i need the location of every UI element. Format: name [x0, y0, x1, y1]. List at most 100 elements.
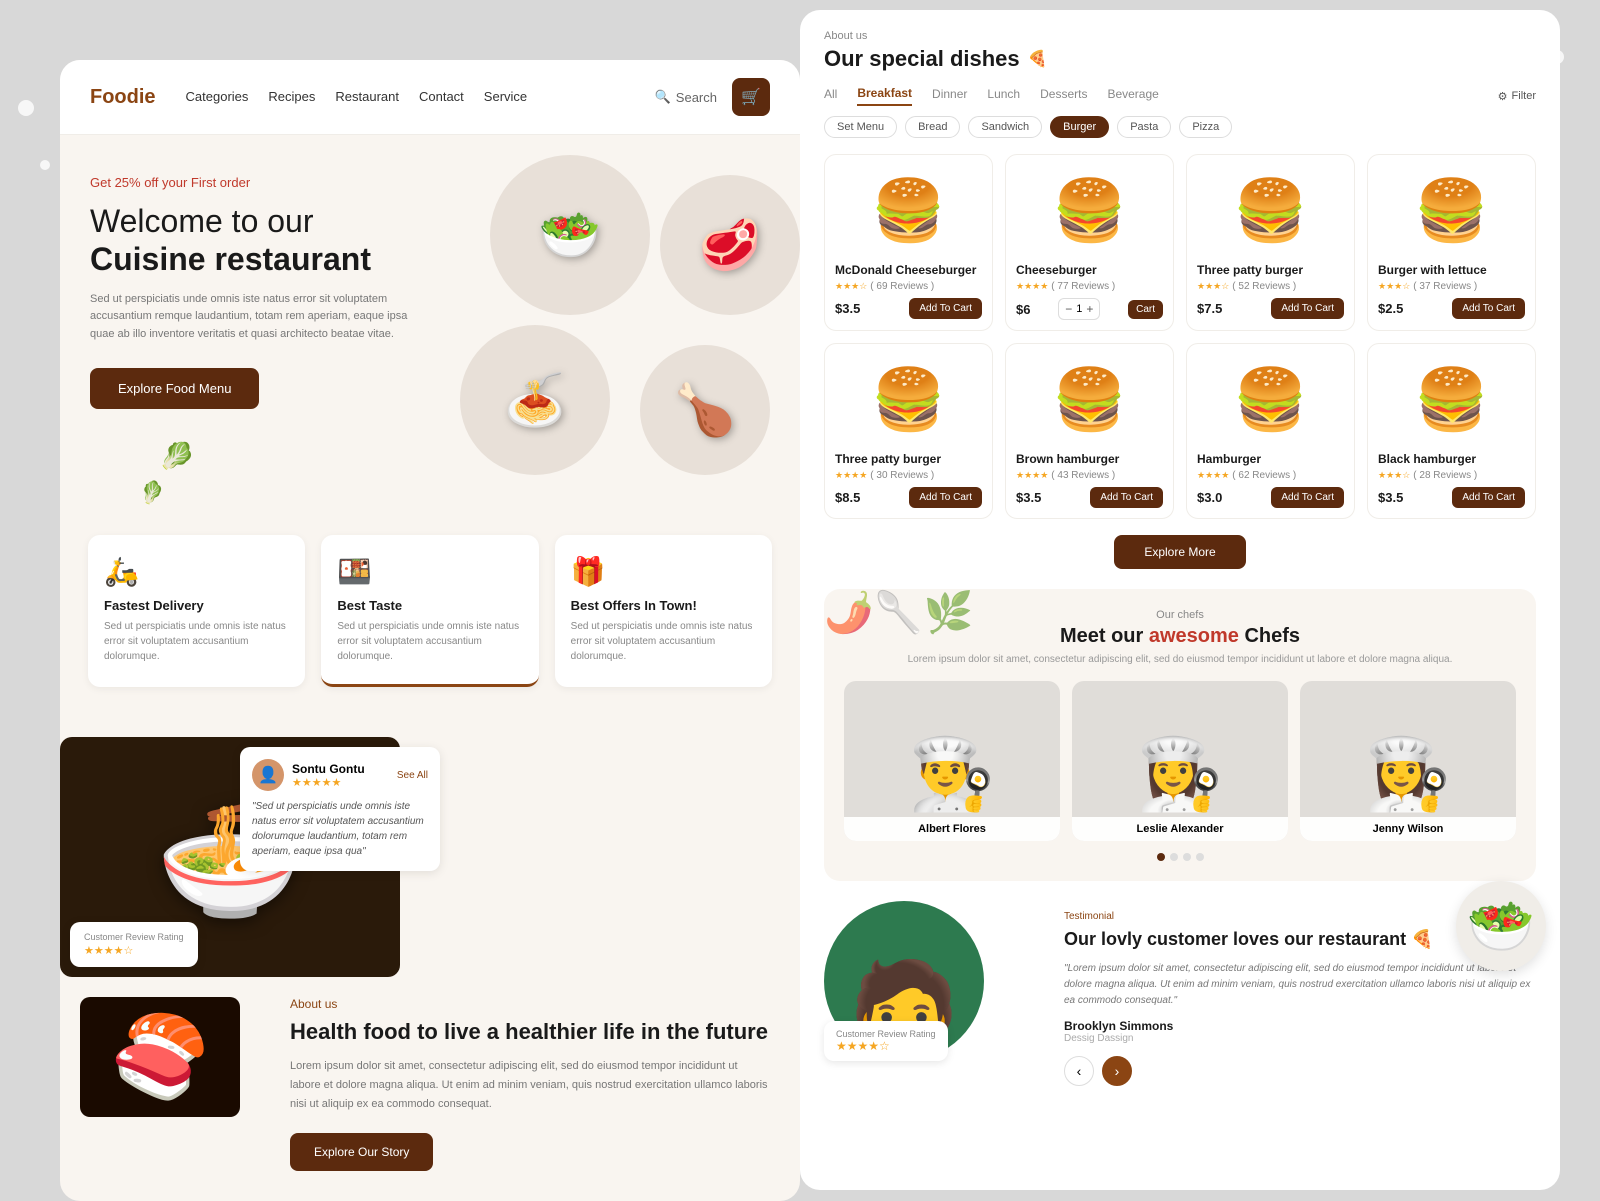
chef-name-0: Albert Flores: [844, 817, 1060, 841]
add-cart-7[interactable]: Add To Cart: [1452, 487, 1525, 508]
about-label: About us: [290, 997, 770, 1011]
food-footer-0: $3.5 Add To Cart: [835, 298, 982, 319]
food-price-7: $3.5: [1378, 490, 1403, 505]
add-cart-6[interactable]: Add To Cart: [1271, 487, 1344, 508]
add-cart-2[interactable]: Add To Cart: [1271, 298, 1344, 319]
tab-breakfast[interactable]: Breakfast: [857, 86, 912, 106]
plate-food-1: 🥗: [539, 206, 601, 265]
nav-service[interactable]: Service: [484, 89, 527, 104]
qty-minus-1[interactable]: −: [1065, 302, 1072, 316]
about-food-image: 🍣: [80, 997, 280, 1171]
tab-beverage[interactable]: Beverage: [1107, 87, 1158, 105]
food-image-3: 🍔: [1378, 165, 1525, 255]
nav-contact[interactable]: Contact: [419, 89, 464, 104]
food-rating-1: ★★★★ ( 77 Reviews ): [1016, 281, 1163, 292]
delivery-icon: 🛵: [104, 555, 289, 588]
carousel-dot-0[interactable]: [1157, 853, 1165, 861]
chip-burger[interactable]: Burger: [1050, 116, 1109, 138]
chip-set-menu[interactable]: Set Menu: [824, 116, 897, 138]
food-circle-decoration: 🥗: [1456, 881, 1546, 971]
food-name-3: Burger with lettuce: [1378, 263, 1525, 277]
carousel-dot-3[interactable]: [1196, 853, 1204, 861]
reviewer-name: Sontu Gontu: [292, 762, 365, 776]
reviewer-stars: ★★★★★: [292, 776, 365, 789]
sub-filters: Set Menu Bread Sandwich Burger Pasta Piz…: [824, 116, 1536, 138]
food-footer-2: $7.5 Add To Cart: [1197, 298, 1344, 319]
feature-delivery-title: Fastest Delivery: [104, 598, 289, 613]
see-all-link[interactable]: See All: [397, 770, 428, 781]
food-image-5: 🍔: [1016, 354, 1163, 444]
food-footer-6: $3.0 Add To Cart: [1197, 487, 1344, 508]
food-name-4: Three patty burger: [835, 452, 982, 466]
next-arrow[interactable]: ›: [1102, 1056, 1132, 1086]
review-text: "Sed ut perspiciatis unde omnis iste nat…: [252, 799, 428, 859]
feature-offers-desc: Sed ut perspiciatis unde omnis iste natu…: [571, 619, 756, 664]
food-rating-4: ★★★★ ( 30 Reviews ): [835, 470, 982, 481]
about-content: About us Health food to live a healthier…: [280, 997, 780, 1171]
nav-links: Categories Recipes Restaurant Contact Se…: [186, 88, 655, 106]
nav-right: 🔍 Search 🛒: [655, 78, 770, 116]
chip-pizza[interactable]: Pizza: [1179, 116, 1232, 138]
chef-emoji-2: 👩‍🍳: [1364, 734, 1451, 816]
special-dishes-title: Our special dishes: [824, 46, 1536, 72]
qty-plus-1[interactable]: +: [1086, 302, 1093, 316]
food-footer-7: $3.5 Add To Cart: [1378, 487, 1525, 508]
carousel-dot-2[interactable]: [1183, 853, 1191, 861]
nav-arrows: ‹ ›: [1064, 1056, 1536, 1086]
prev-arrow[interactable]: ‹: [1064, 1056, 1094, 1086]
explore-food-menu-button[interactable]: Explore Food Menu: [90, 368, 259, 409]
reviewer-info: Sontu Gontu ★★★★★: [292, 762, 365, 789]
explore-more-button[interactable]: Explore More: [1114, 535, 1245, 569]
about-title: Health food to live a healthier life in …: [290, 1019, 770, 1045]
qty-control-1: − 1 +: [1058, 298, 1100, 320]
qty-number-1: 1: [1076, 303, 1082, 315]
review-card: 👤 Sontu Gontu ★★★★★ See All "Sed ut pers…: [240, 747, 440, 871]
food-image-2: 🍔: [1197, 165, 1344, 255]
tab-desserts[interactable]: Desserts: [1040, 87, 1087, 105]
carousel-dot-1[interactable]: [1170, 853, 1178, 861]
food-price-0: $3.5: [835, 301, 860, 316]
food-price-6: $3.0: [1197, 490, 1222, 505]
tab-lunch[interactable]: Lunch: [987, 87, 1020, 105]
taste-icon: 🍱: [337, 555, 522, 588]
food-card-2: 🍔 Three patty burger ★★★☆ ( 52 Reviews )…: [1186, 154, 1355, 331]
customer-rating-stars: ★★★★☆: [836, 1039, 936, 1053]
chip-bread[interactable]: Bread: [905, 116, 960, 138]
search-bar[interactable]: 🔍 Search: [655, 89, 717, 105]
reviewer-avatar: 👤: [252, 759, 284, 791]
feature-taste-desc: Sed ut perspiciatis unde omnis iste natu…: [337, 619, 522, 664]
plate-food-3: 🍝: [504, 371, 566, 430]
hero-description: Sed ut perspiciatis unde omnis iste natu…: [90, 291, 430, 344]
nav-restaurant[interactable]: Restaurant: [335, 89, 399, 104]
cart-btn-1[interactable]: Cart: [1128, 300, 1163, 319]
add-cart-3[interactable]: Add To Cart: [1452, 298, 1525, 319]
nav-categories[interactable]: Categories: [186, 89, 249, 104]
filter-label: Filter: [1512, 90, 1536, 102]
tab-all[interactable]: All: [824, 87, 837, 105]
food-card-3: 🍔 Burger with lettuce ★★★☆ ( 37 Reviews …: [1367, 154, 1536, 331]
about-us-label: About us: [824, 30, 1536, 42]
nav-recipes[interactable]: Recipes: [268, 89, 315, 104]
food-footer-5: $3.5 Add To Cart: [1016, 487, 1163, 508]
food-name-1: Cheeseburger: [1016, 263, 1163, 277]
food-card-0: 🍔 McDonald Cheeseburger ★★★☆ ( 69 Review…: [824, 154, 993, 331]
food-footer-4: $8.5 Add To Cart: [835, 487, 982, 508]
testimonial-name: Brooklyn Simmons: [1064, 1019, 1536, 1033]
cart-button[interactable]: 🛒: [732, 78, 770, 116]
filter-button[interactable]: ⚙ Filter: [1498, 90, 1536, 103]
food-image-0: 🍔: [835, 165, 982, 255]
food-image-4: 🍔: [835, 354, 982, 444]
right-panel: About us Our special dishes All Breakfas…: [800, 10, 1560, 1190]
left-panel: 🌿 🌿 🥬 🥬 Foodie Categories Recipes Restau…: [60, 60, 800, 1201]
explore-more-container: Explore More: [824, 535, 1536, 569]
chip-pasta[interactable]: Pasta: [1117, 116, 1171, 138]
add-cart-0[interactable]: Add To Cart: [909, 298, 982, 319]
chip-sandwich[interactable]: Sandwich: [968, 116, 1042, 138]
add-cart-4[interactable]: Add To Cart: [909, 487, 982, 508]
chef-name-1: Leslie Alexander: [1072, 817, 1288, 841]
food-card-6: 🍔 Hamburger ★★★★ ( 62 Reviews ) $3.0 Add…: [1186, 343, 1355, 519]
add-cart-5[interactable]: Add To Cart: [1090, 487, 1163, 508]
explore-story-button[interactable]: Explore Our Story: [290, 1133, 433, 1171]
chef-card-2: 👩‍🍳 Jenny Wilson: [1300, 681, 1516, 841]
tab-dinner[interactable]: Dinner: [932, 87, 967, 105]
